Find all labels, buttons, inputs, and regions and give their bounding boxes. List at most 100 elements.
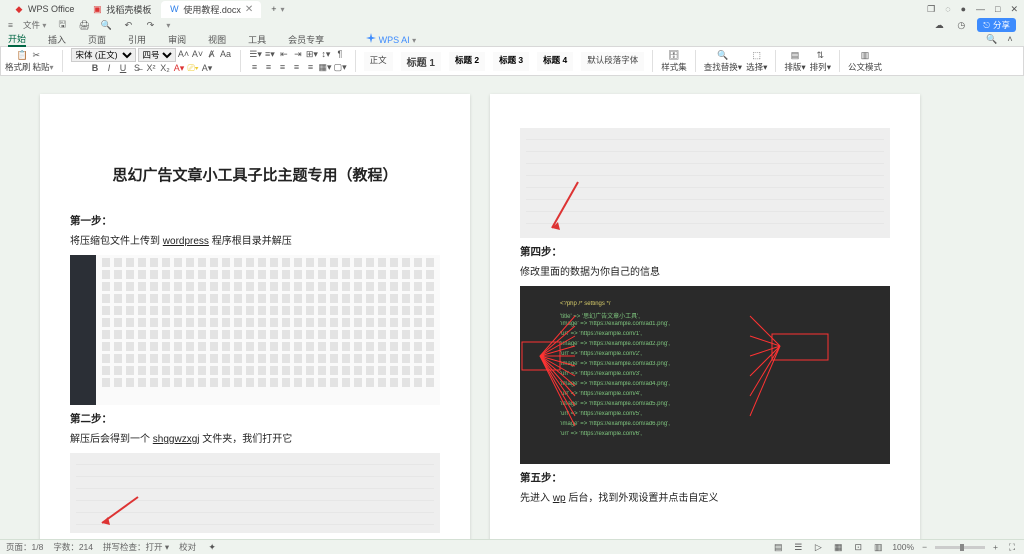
search-icon[interactable]: 🔍 [986,33,998,45]
font-increase-icon[interactable]: A˄ [178,49,190,61]
preview-icon[interactable]: 🔍 [100,19,112,31]
style-heading4[interactable]: 标题 4 [537,52,573,71]
view-split-icon[interactable]: ▥ [872,541,884,553]
redo-icon[interactable]: ↷ [144,19,156,31]
wordpress-link[interactable]: wordpress [163,236,209,247]
folder-link[interactable]: shggwzxgj [153,434,200,445]
fullscreen-icon[interactable]: ⛶ [1006,541,1018,553]
spellcheck-toggle[interactable]: 拼写检查：打开 ▾ [103,541,169,553]
view-web-icon[interactable]: ▦ [832,541,844,553]
subscript-icon[interactable]: X₂ [159,63,171,75]
menu-page[interactable]: 页面 [88,33,106,46]
status-ai-icon[interactable]: ✦ [206,541,218,553]
number-list-icon[interactable]: ≡▾ [264,49,276,61]
file-menu[interactable]: 文件 ▾ [23,19,46,31]
style-set-icon: 🗄 [668,50,680,62]
bold-icon[interactable]: B [89,63,101,75]
window-close-icon[interactable]: ✕ [1010,4,1018,15]
close-tab-icon[interactable]: ✕ [245,4,253,15]
cut-icon[interactable]: ✂ [30,50,42,62]
menu-insert[interactable]: 插入 [48,33,66,46]
zoom-out-button[interactable]: − [922,542,927,552]
cloud-icon[interactable]: ☁ [933,19,945,31]
align-distribute-icon[interactable]: ≡ [305,62,317,74]
tab-add[interactable]: + ▾ [263,2,292,16]
paste-button[interactable]: 粘贴▾ [33,63,54,73]
clear-format-icon[interactable]: Ⱥ [206,49,218,61]
undo-icon[interactable]: ↶ [122,19,134,31]
menu-tools[interactable]: 工具 [248,33,266,46]
bullet-list-icon[interactable]: ☰▾ [249,49,262,61]
underline-icon[interactable]: U [117,63,129,75]
align-justify-icon[interactable]: ≡ [291,62,303,74]
layout-button[interactable]: ▤排版▾ [784,50,805,72]
font-decrease-icon[interactable]: A˅ [192,49,204,61]
zoom-slider[interactable] [935,546,985,549]
office-mode-button[interactable]: ▥公文模式 [848,50,882,72]
avatar-icon[interactable]: ● [961,4,966,14]
superscript-icon[interactable]: X² [145,63,157,75]
share-button[interactable]: ⎋分享 [977,18,1016,32]
menu-member[interactable]: 会员专享 [288,33,324,46]
page-indicator[interactable]: 页面：1/8 [6,541,43,553]
style-heading2[interactable]: 标题 2 [449,52,485,71]
align-center-icon[interactable]: ≡ [263,62,275,74]
chevron-down-icon[interactable]: ▾ [166,21,170,30]
menu-start[interactable]: 开始 [8,32,26,47]
align-left-icon[interactable]: ≡ [249,62,261,74]
text-effects-icon[interactable]: A▾ [201,63,213,75]
borders-icon[interactable]: ▢▾ [334,62,347,74]
collapse-ribbon-icon[interactable]: ˄ [1004,33,1016,45]
office-mode-icon: ▥ [859,50,871,62]
line-spacing-icon[interactable]: ↕▾ [320,49,332,61]
word-count[interactable]: 字数：214 [53,541,93,553]
style-default[interactable]: 默认段落字体 [581,52,644,71]
window-maximize-icon[interactable]: □ [995,4,1000,14]
style-normal[interactable]: 正文 [364,52,393,71]
view-page-icon[interactable]: ▤ [772,541,784,553]
style-heading1[interactable]: 标题 1 [401,52,441,71]
window-minimize-icon[interactable]: — [976,4,985,14]
clock-icon[interactable]: ◷ [955,19,967,31]
menu-view[interactable]: 视图 [208,33,226,46]
strike-icon[interactable]: S̶ [131,63,143,75]
show-marks-icon[interactable]: ¶ [334,49,346,61]
tab-templates[interactable]: ▣ 找稻壳模板 [84,1,159,18]
menu-review[interactable]: 审阅 [168,33,186,46]
align-right-icon[interactable]: ≡ [277,62,289,74]
wp-link[interactable]: wp [553,493,566,504]
change-case-icon[interactable]: Aa [220,49,232,61]
sort-button[interactable]: ⇅排列▾ [810,50,831,72]
indent-decrease-icon[interactable]: ⇤ [278,49,290,61]
tab-stops-icon[interactable]: ⊞▾ [306,49,318,61]
hamburger-icon[interactable]: ≡ [8,20,13,30]
window-duplicate-icon[interactable]: ❐ [927,4,935,15]
find-replace-button[interactable]: 🔍查找替换▾ [704,50,742,72]
wps-ai-button[interactable]: WPS AI ▾ [366,33,416,45]
select-button[interactable]: ⬚选择▾ [746,50,767,72]
save-icon[interactable]: 🖫 [56,19,68,31]
font-color-icon[interactable]: A▾ [173,63,185,75]
zoom-in-button[interactable]: + [993,542,998,552]
zoom-level[interactable]: 100% [892,542,914,552]
window-sync-icon[interactable]: ◌ [945,4,950,14]
highlight-icon[interactable]: ⎚▾ [187,63,199,75]
indent-increase-icon[interactable]: ⇥ [292,49,304,61]
view-read-icon[interactable]: ▷ [812,541,824,553]
proofread-button[interactable]: 校对 [179,541,196,553]
document-canvas[interactable]: 思幻广告文章小工具子比主题专用（教程） 第一步： 将压缩包文件上传到 wordp… [0,76,1024,539]
tab-wps-office[interactable]: ◆ WPS Office [6,2,82,16]
style-set-button[interactable]: 🗄样式集 [661,50,687,72]
tab-document[interactable]: W 使用教程.docx ✕ [161,1,261,18]
font-family-select[interactable]: 宋体 (正文) [71,48,136,62]
style-heading3[interactable]: 标题 3 [493,52,529,71]
format-brush-button[interactable]: 格式刷 [5,63,31,72]
view-fit-icon[interactable]: ⊡ [852,541,864,553]
view-outline-icon[interactable]: ☰ [792,541,804,553]
shading-icon[interactable]: ▦▾ [319,62,332,74]
print-icon[interactable]: 🖨 [78,19,90,31]
font-size-select[interactable]: 四号 [138,48,176,62]
menu-reference[interactable]: 引用 [128,33,146,46]
copy-icon[interactable]: 📋 [16,50,28,62]
italic-icon[interactable]: I [103,63,115,75]
